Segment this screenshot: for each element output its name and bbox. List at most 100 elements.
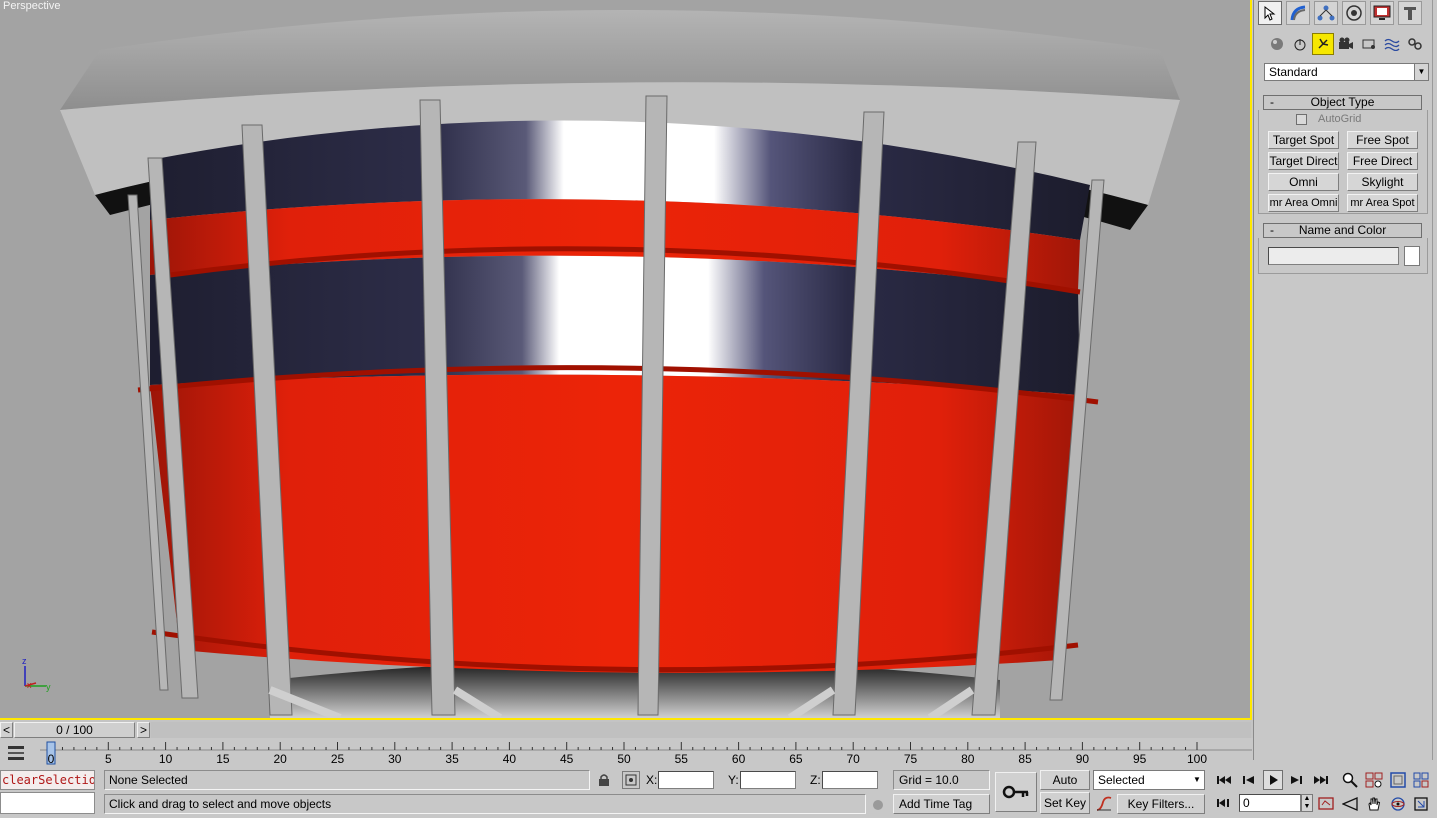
pan-hand-icon[interactable] (1364, 794, 1384, 814)
utilities-icon[interactable] (1398, 1, 1422, 25)
key-mode-toggle-icon[interactable] (1214, 795, 1234, 811)
autogrid-label: AutoGrid (1318, 113, 1362, 125)
z-coordinate-input[interactable] (822, 771, 878, 789)
perspective-viewport[interactable]: Perspective z x y (0, 0, 1252, 720)
key-filters-button[interactable]: Key Filters... (1117, 794, 1205, 814)
time-configuration-icon[interactable] (1316, 794, 1336, 812)
scene-render (60, 10, 1180, 718)
next-frame-icon[interactable] (1286, 772, 1306, 788)
arc-rotate-icon[interactable] (1388, 794, 1408, 814)
absolute-mode-icon[interactable] (622, 771, 640, 789)
object-name-input[interactable] (1268, 247, 1399, 265)
ruler-tick-label: 80 (961, 752, 975, 766)
omni-button[interactable]: Omni (1268, 173, 1339, 191)
display-icon[interactable] (1370, 1, 1394, 25)
go-to-start-icon[interactable] (1214, 772, 1234, 788)
select-arrow-icon[interactable] (1258, 1, 1282, 25)
selection-lock-icon[interactable] (596, 772, 612, 788)
auto-key-button[interactable]: Auto Key (1040, 770, 1090, 805)
name-color-rollout-header[interactable]: - Name and Color (1263, 223, 1422, 238)
axis-y-label: y (46, 682, 51, 692)
dropdown-arrow-icon[interactable]: ▼ (1414, 64, 1428, 80)
ruler-tick-label: 85 (1018, 752, 1032, 766)
selection-status: None Selected (104, 770, 590, 790)
status-bar: clearSelectio None Selected Click and dr… (0, 766, 1437, 818)
key-icon (1002, 785, 1029, 799)
category-dropdown[interactable]: Standard ▼ (1264, 63, 1429, 81)
space-warps-icon[interactable] (1381, 33, 1403, 55)
create-icon[interactable] (1286, 1, 1310, 25)
maxscript-output[interactable] (0, 792, 95, 814)
track-bar[interactable]: 0 5 10 15 20 25 30 35 40 45 50 55 60 65 70 75 80 85 90 95 10… (0, 738, 1253, 766)
zoom-extents-icon[interactable] (1388, 770, 1408, 790)
key-mode-value: Selected (1098, 773, 1145, 787)
target-direct-button[interactable]: Target Direct (1268, 152, 1339, 170)
current-frame-input[interactable]: 0 (1239, 794, 1301, 812)
shapes-icon[interactable] (1289, 33, 1311, 55)
frame-spinner[interactable]: ▲ ▼ (1301, 794, 1313, 812)
geometry-icon[interactable] (1266, 33, 1288, 55)
key-tangent-icon[interactable] (1094, 794, 1114, 814)
axis-z-label: z (22, 656, 27, 666)
ruler-tick-label: 60 (731, 752, 746, 766)
color-swatch[interactable] (1404, 246, 1420, 266)
mr-area-spot-button[interactable]: mr Area Spot (1347, 194, 1418, 212)
grid-size-display: Grid = 10.0 (893, 770, 990, 790)
zoom-extents-all-icon[interactable] (1411, 770, 1431, 790)
panel-divider (1432, 0, 1433, 760)
object-type-rollout-header[interactable]: - Object Type (1263, 95, 1422, 110)
ruler-tick-label: 20 (273, 752, 287, 766)
ruler-tick-label: 65 (789, 752, 803, 766)
ruler-tick-label: 35 (445, 752, 459, 766)
previous-frame-icon[interactable] (1239, 772, 1259, 788)
z-label: Z: (810, 773, 821, 787)
time-prev-button[interactable]: < (0, 722, 13, 738)
skylight-button[interactable]: Skylight (1347, 173, 1418, 191)
free-spot-button[interactable]: Free Spot (1347, 131, 1418, 149)
set-key-button[interactable]: Set Key (1040, 792, 1090, 814)
add-time-tag-button[interactable]: Add Time Tag (893, 794, 990, 814)
mr-area-omni-button[interactable]: mr Area Omni (1268, 194, 1339, 212)
play-icon[interactable] (1263, 770, 1283, 790)
maximize-viewport-icon[interactable] (1411, 794, 1431, 814)
rollout-collapse-icon: - (1270, 95, 1274, 109)
y-label: Y: (728, 773, 739, 787)
time-slider-track[interactable] (151, 722, 1251, 738)
go-to-end-icon[interactable] (1311, 772, 1331, 788)
zoom-all-icon[interactable] (1364, 770, 1384, 790)
command-panel: Standard ▼ - Object Type AutoGrid Target… (1253, 0, 1437, 760)
axis-x-label: x (27, 680, 32, 690)
object-type-title: Object Type (1310, 95, 1375, 109)
systems-icon[interactable] (1404, 33, 1426, 55)
dropdown-arrow-icon[interactable]: ▼ (1190, 771, 1204, 789)
ruler-tick-label: 0 (47, 752, 55, 766)
target-spot-button[interactable]: Target Spot (1268, 131, 1339, 149)
autogrid-checkbox[interactable] (1296, 114, 1307, 125)
time-slider-thumb[interactable]: 0 / 100 (14, 722, 135, 738)
field-of-view-icon[interactable] (1340, 794, 1360, 814)
x-label: X: (646, 773, 658, 787)
time-next-button[interactable]: > (137, 722, 150, 738)
time-tag-icon[interactable] (870, 797, 886, 813)
y-coordinate-input[interactable] (740, 771, 796, 789)
ruler-tick-label: 95 (1133, 752, 1147, 766)
ruler-tick-label: 90 (1075, 752, 1090, 766)
lights-icon[interactable] (1312, 33, 1334, 55)
ruler-tick-label: 25 (330, 752, 345, 766)
free-direct-button[interactable]: Free Direct (1347, 152, 1418, 170)
hierarchy-icon[interactable] (1314, 1, 1338, 25)
helpers-icon[interactable] (1358, 33, 1380, 55)
set-keys-button[interactable] (995, 772, 1037, 812)
motion-icon[interactable] (1342, 1, 1366, 25)
ruler-tick-label: 5 (104, 752, 112, 766)
viewport-label[interactable]: Perspective (3, 0, 60, 12)
prompt-line: Click and drag to select and move object… (104, 794, 866, 814)
ruler-tick-label: 15 (216, 752, 230, 766)
name-color-title: Name and Color (1298, 223, 1387, 237)
key-mode-dropdown[interactable]: Selected ▼ (1093, 770, 1205, 790)
maxscript-listener[interactable]: clearSelectio (0, 770, 95, 790)
cameras-icon[interactable] (1335, 33, 1357, 55)
zoom-icon[interactable] (1340, 770, 1360, 790)
ruler-tick-label: 75 (903, 752, 918, 766)
x-coordinate-input[interactable] (658, 771, 714, 789)
